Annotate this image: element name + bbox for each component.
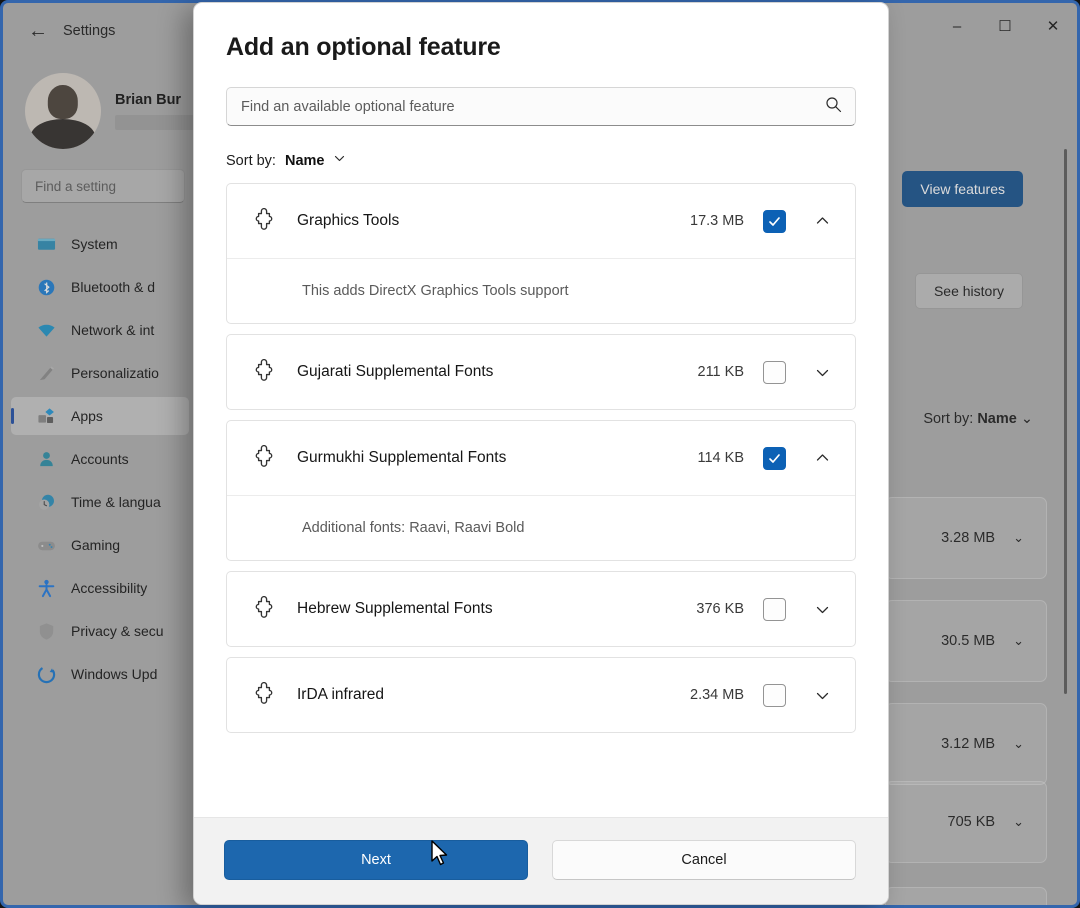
sort-by-label: Sort by: [226,152,276,169]
feature-description: Additional fonts: Raavi, Raavi Bold [227,495,855,560]
chevron-down-icon[interactable] [811,361,833,383]
feature-name: Gujarati Supplemental Fonts [297,363,494,380]
sort-by-dropdown[interactable]: Sort by: Name [226,152,856,169]
feature-row[interactable]: Gurmukhi Supplemental Fonts 114 KB [227,421,855,495]
feature-card: IrDA infrared 2.34 MB [226,657,856,733]
cancel-button[interactable]: Cancel [552,840,856,880]
feature-search-box[interactable] [226,87,856,126]
chevron-up-icon[interactable] [811,210,833,232]
feature-card: Graphics Tools 17.3 MB This adds DirectX G… [226,183,856,324]
feature-size: 376 KB [696,601,744,617]
feature-name: Hebrew Supplemental Fonts [297,600,493,617]
feature-checkbox[interactable] [763,683,786,707]
add-optional-feature-dialog: Add an optional feature Sort by: Name Gr… [193,2,889,905]
chevron-down-icon[interactable] [811,598,833,620]
feature-row[interactable]: Graphics Tools 17.3 MB [227,184,855,258]
feature-checkbox[interactable] [763,446,786,470]
feature-card: Gujarati Supplemental Fonts 211 KB [226,334,856,410]
feature-name: Gurmukhi Supplemental Fonts [297,449,507,466]
feature-name: IrDA infrared [297,686,385,703]
feature-size: 211 KB [697,364,745,380]
search-icon[interactable] [825,96,842,118]
dialog-footer: Next Cancel [194,817,888,904]
chevron-up-icon[interactable] [811,447,833,469]
feature-checkbox[interactable] [763,597,786,621]
puzzle-piece-icon [251,682,277,708]
puzzle-piece-icon [251,208,277,234]
search-input[interactable] [241,98,825,115]
dialog-header: Add an optional feature Sort by: Name [194,3,888,169]
feature-size: 114 KB [697,450,745,466]
feature-size: 17.3 MB [690,213,744,229]
feature-name: Graphics Tools [297,212,400,229]
feature-row[interactable]: Gujarati Supplemental Fonts 211 KB [227,335,855,409]
feature-description: This adds DirectX Graphics Tools support [227,258,855,323]
feature-list[interactable]: Graphics Tools 17.3 MB This adds DirectX G… [194,183,888,817]
puzzle-piece-icon [251,445,277,471]
chevron-down-icon [333,152,346,169]
feature-checkbox[interactable] [763,209,786,233]
puzzle-piece-icon [251,596,277,622]
feature-card: Gurmukhi Supplemental Fonts 114 KB Additio… [226,420,856,561]
feature-size: 2.34 MB [690,687,744,703]
feature-row[interactable]: Hebrew Supplemental Fonts 376 KB [227,572,855,646]
feature-checkbox[interactable] [763,360,786,384]
dialog-title: Add an optional feature [226,33,501,61]
puzzle-piece-icon [251,359,277,385]
feature-row[interactable]: IrDA infrared 2.34 MB [227,658,855,732]
sort-by-value: Name [284,152,325,169]
chevron-down-icon[interactable] [811,684,833,706]
feature-card: Hebrew Supplemental Fonts 376 KB [226,571,856,647]
next-button[interactable]: Next [224,840,528,880]
